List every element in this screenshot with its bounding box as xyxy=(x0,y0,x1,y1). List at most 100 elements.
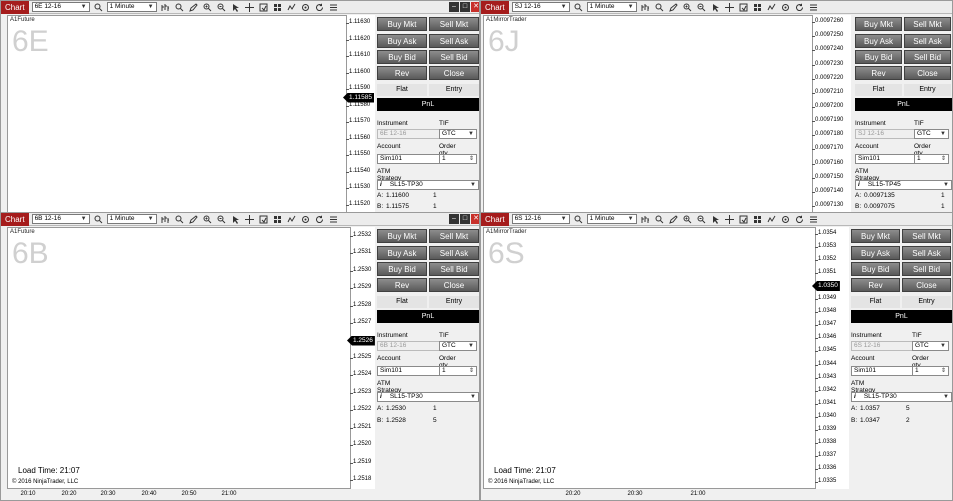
zoom-in-icon[interactable] xyxy=(202,214,213,225)
tif-select[interactable]: GTC ▼ xyxy=(439,341,477,351)
menu-icon[interactable] xyxy=(328,2,339,13)
interval-selector[interactable]: 1 Minute ▼ xyxy=(586,214,637,224)
search-instrument-icon[interactable] xyxy=(573,2,584,13)
instrument-selector[interactable]: 6E 12-16 ▼ xyxy=(31,2,90,12)
minimize-icon[interactable]: – xyxy=(449,214,459,224)
zoom-out-icon[interactable] xyxy=(216,214,227,225)
atm-strategy-select[interactable]: i SL15-TP30 ▼ xyxy=(851,392,952,402)
order-qty-stepper[interactable]: 1 ⇕ xyxy=(914,154,949,164)
chart-tab[interactable]: Chart xyxy=(481,213,509,226)
pencil-icon[interactable] xyxy=(188,2,199,13)
price-axis[interactable]: 1.11630 1.11620 1.11610 1.11600 1.11590 1.115… xyxy=(343,15,375,213)
close-window-icon[interactable]: ✕ xyxy=(471,214,479,224)
indicators-icon[interactable] xyxy=(766,214,777,225)
rev-button[interactable]: Rev xyxy=(377,66,427,80)
instrument-selector[interactable]: 6S 12-16 ▼ xyxy=(511,214,570,224)
indicators-icon[interactable] xyxy=(286,2,297,13)
strategies-icon[interactable] xyxy=(300,214,311,225)
reload-icon[interactable] xyxy=(794,214,805,225)
minimize-icon[interactable]: – xyxy=(449,2,459,12)
order-qty-stepper[interactable]: 1 ⇕ xyxy=(439,366,477,376)
maximize-icon[interactable]: □ xyxy=(460,214,470,224)
buy-mkt-button[interactable]: Buy Mkt xyxy=(855,17,902,31)
strategies-icon[interactable] xyxy=(300,2,311,13)
search-icon[interactable] xyxy=(654,214,665,225)
close-button[interactable]: Close xyxy=(429,66,479,80)
reload-icon[interactable] xyxy=(314,2,325,13)
sell-mkt-button[interactable]: Sell Mkt xyxy=(429,17,479,31)
buy-ask-button[interactable]: Buy Ask xyxy=(851,246,900,260)
tif-select[interactable]: GTC ▼ xyxy=(912,341,949,351)
data-box-icon[interactable] xyxy=(258,2,269,13)
crosshair-icon[interactable] xyxy=(724,214,735,225)
instrument-selector[interactable]: SJ 12-16 ▼ xyxy=(511,2,570,12)
price-plot[interactable]: A1MirrorTrader 6J xyxy=(483,15,813,213)
time-axis[interactable]: 20:20 20:30 21:00 xyxy=(483,489,816,500)
bars-icon[interactable] xyxy=(160,2,171,13)
menu-icon[interactable] xyxy=(808,214,819,225)
chart-tab[interactable]: Chart xyxy=(1,213,29,226)
buy-bid-button[interactable]: Buy Bid xyxy=(855,50,902,64)
crosshair-icon[interactable] xyxy=(244,2,255,13)
search-icon[interactable] xyxy=(654,2,665,13)
bars-icon[interactable] xyxy=(640,214,651,225)
search-instrument-icon[interactable] xyxy=(93,214,104,225)
zoom-out-icon[interactable] xyxy=(216,2,227,13)
interval-selector[interactable]: 1 Minute ▼ xyxy=(106,214,157,224)
buy-bid-button[interactable]: Buy Bid xyxy=(377,50,427,64)
buy-ask-button[interactable]: Buy Ask xyxy=(377,34,427,48)
tif-select[interactable]: GTC ▼ xyxy=(914,129,949,139)
sell-bid-button[interactable]: Sell Bid xyxy=(904,50,951,64)
stepper-icon[interactable]: ⇕ xyxy=(469,155,474,163)
indicators-icon[interactable] xyxy=(766,2,777,13)
pointer-icon[interactable] xyxy=(230,2,241,13)
zoom-out-icon[interactable] xyxy=(696,2,707,13)
close-window-icon[interactable]: ✕ xyxy=(471,2,479,12)
menu-icon[interactable] xyxy=(328,214,339,225)
atm-strategy-select[interactable]: i SL15-TP30 ▼ xyxy=(377,180,479,190)
zoom-in-icon[interactable] xyxy=(202,2,213,13)
instrument-selector[interactable]: 6B 12-16 ▼ xyxy=(31,214,90,224)
stepper-icon[interactable]: ⇕ xyxy=(941,367,946,375)
close-button[interactable]: Close xyxy=(429,278,479,292)
strategies-icon[interactable] xyxy=(780,214,791,225)
rev-button[interactable]: Rev xyxy=(377,278,427,292)
strategies-icon[interactable] xyxy=(780,2,791,13)
sell-mkt-button[interactable]: Sell Mkt xyxy=(902,229,951,243)
search-icon[interactable] xyxy=(174,214,185,225)
sell-mkt-button[interactable]: Sell Mkt xyxy=(904,17,951,31)
properties-icon[interactable] xyxy=(272,2,283,13)
atm-strategy-select[interactable]: i SL15-TP30 ▼ xyxy=(377,392,479,402)
buy-mkt-button[interactable]: Buy Mkt xyxy=(377,229,427,243)
sell-mkt-button[interactable]: Sell Mkt xyxy=(429,229,479,243)
data-box-icon[interactable] xyxy=(738,214,749,225)
buy-mkt-button[interactable]: Buy Mkt xyxy=(851,229,900,243)
close-button[interactable]: Close xyxy=(904,66,951,80)
rev-button[interactable]: Rev xyxy=(855,66,902,80)
sell-bid-button[interactable]: Sell Bid xyxy=(429,50,479,64)
rev-button[interactable]: Rev xyxy=(851,278,900,292)
reload-icon[interactable] xyxy=(314,214,325,225)
pointer-icon[interactable] xyxy=(710,214,721,225)
order-qty-stepper[interactable]: 1 ⇕ xyxy=(439,154,477,164)
sell-ask-button[interactable]: Sell Ask xyxy=(429,34,479,48)
order-qty-stepper[interactable]: 1 ⇕ xyxy=(912,366,949,376)
stepper-icon[interactable]: ⇕ xyxy=(941,155,946,163)
interval-selector[interactable]: 1 Minute ▼ xyxy=(586,2,637,12)
time-axis[interactable]: 20:10 20:20 20:30 20:40 20:50 21:00 xyxy=(7,489,351,500)
bars-icon[interactable] xyxy=(640,2,651,13)
price-plot[interactable]: A1MirrorTrader 6S Load Time: 21:07 © 2016 … xyxy=(483,227,816,489)
crosshair-icon[interactable] xyxy=(244,214,255,225)
chart-tab[interactable]: Chart xyxy=(1,1,29,14)
bars-icon[interactable] xyxy=(160,214,171,225)
sell-ask-button[interactable]: Sell Ask xyxy=(429,246,479,260)
buy-bid-button[interactable]: Buy Bid xyxy=(377,262,427,276)
reload-icon[interactable] xyxy=(794,2,805,13)
buy-bid-button[interactable]: Buy Bid xyxy=(851,262,900,276)
zoom-in-icon[interactable] xyxy=(682,2,693,13)
buy-mkt-button[interactable]: Buy Mkt xyxy=(377,17,427,31)
maximize-icon[interactable]: □ xyxy=(460,2,470,12)
pointer-icon[interactable] xyxy=(230,214,241,225)
pencil-icon[interactable] xyxy=(188,214,199,225)
buy-ask-button[interactable]: Buy Ask xyxy=(855,34,902,48)
